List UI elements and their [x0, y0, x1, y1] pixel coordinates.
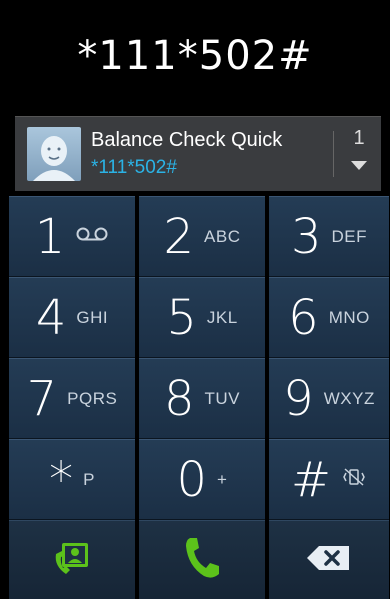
backspace-icon [305, 542, 353, 579]
dialpad: 1 2 ABC 3 DEF 4 GHI 5 JKL 6 MNO 7 PQRS 8… [9, 196, 389, 520]
contact-suggestion[interactable]: Balance Check Quick *111*502# 1 [15, 116, 381, 191]
key-7[interactable]: 7 PQRS [9, 358, 135, 439]
key-digit: 0 [176, 451, 208, 508]
suggestion-contact-number: *111*502# [91, 157, 177, 178]
key-digit: * [49, 451, 74, 508]
key-star[interactable]: * P [9, 439, 135, 520]
key-8[interactable]: 8 TUV [139, 358, 265, 439]
key-letters: TUV [204, 388, 241, 408]
dialed-number-display[interactable]: *111*502# [9, 0, 381, 112]
key-digit: 6 [288, 289, 319, 346]
key-letters: JKL [206, 307, 238, 327]
key-hash[interactable]: # [269, 439, 389, 520]
key-letters: PQRS [67, 388, 118, 408]
key-digit: 9 [283, 370, 314, 427]
key-5[interactable]: 5 JKL [139, 277, 265, 358]
key-3[interactable]: 3 DEF [269, 196, 389, 277]
key-2[interactable]: 2 ABC [139, 196, 265, 277]
contacts-icon [52, 538, 92, 583]
key-digit: 1 [34, 208, 66, 265]
key-digit: 2 [163, 208, 195, 265]
key-letters: DEF [331, 226, 368, 246]
key-letters: MNO [328, 307, 370, 327]
key-digit: 4 [35, 289, 67, 346]
key-digit: 8 [163, 370, 195, 427]
chevron-down-icon[interactable] [351, 161, 367, 170]
dialer-action-bar [9, 520, 389, 599]
phone-call-icon [182, 534, 222, 587]
suggestion-count[interactable]: 1 [337, 127, 381, 150]
key-0[interactable]: 0 + [139, 439, 265, 520]
vibrate-mute-icon [341, 467, 367, 492]
key-digit: # [290, 451, 332, 508]
key-letters: + [217, 469, 228, 489]
key-6[interactable]: 6 MNO [269, 277, 389, 358]
backspace-button[interactable] [269, 520, 389, 599]
voicemail-icon [75, 226, 109, 247]
key-digit: 3 [290, 208, 322, 265]
key-digit: 7 [26, 370, 58, 427]
dialer-screen: *111*502# Balance Check Quick *111*502# … [9, 0, 389, 599]
key-letters: P [83, 469, 95, 489]
key-letters: ABC [204, 226, 241, 246]
suggestion-contact-name: Balance Check Quick [91, 129, 283, 151]
key-9[interactable]: 9 WXYZ [269, 358, 389, 439]
key-4[interactable]: 4 GHI [9, 277, 135, 358]
call-button[interactable] [139, 520, 265, 599]
key-digit: 5 [166, 289, 197, 346]
suggestion-divider [333, 131, 334, 177]
contacts-button[interactable] [9, 520, 135, 599]
key-letters: WXYZ [323, 388, 375, 408]
key-1[interactable]: 1 [9, 196, 135, 277]
key-letters: GHI [76, 307, 109, 327]
avatar [27, 127, 81, 181]
